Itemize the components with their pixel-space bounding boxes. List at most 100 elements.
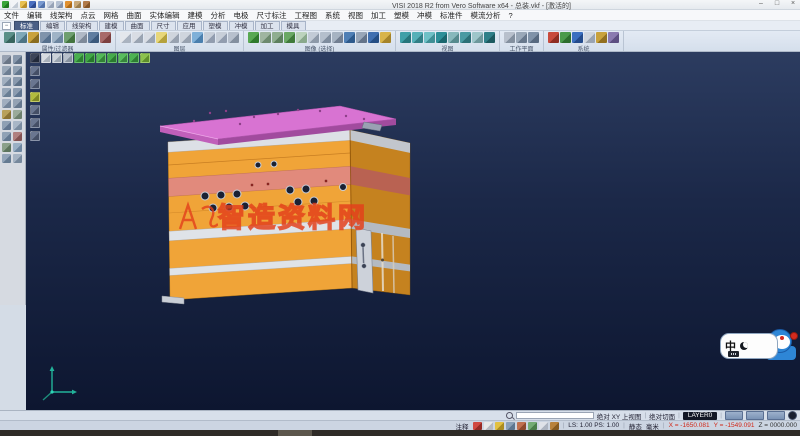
menu-item-2[interactable]: 编辑 xyxy=(23,10,46,21)
curve-icon[interactable] xyxy=(2,77,11,86)
system-settings-icon[interactable] xyxy=(548,32,559,43)
layer-off-icon[interactable] xyxy=(180,32,191,43)
annotation-cam-icon[interactable] xyxy=(517,422,526,430)
line-filter-icon[interactable] xyxy=(40,32,51,43)
status-button-1[interactable] xyxy=(725,411,743,420)
menu-item-7[interactable]: 实体编辑 xyxy=(146,10,184,21)
layer-new-icon[interactable] xyxy=(132,32,143,43)
ime-fullhalf-icon[interactable] xyxy=(740,342,748,350)
view-rotate-left-icon[interactable] xyxy=(118,53,128,63)
rotate-view-icon[interactable] xyxy=(460,32,471,43)
select-filter-icon[interactable] xyxy=(88,32,99,43)
element-select-icon[interactable] xyxy=(344,32,355,43)
import-icon[interactable] xyxy=(47,1,54,8)
menu-item-5[interactable]: 网格 xyxy=(100,10,123,21)
menu-item-15[interactable]: 加工 xyxy=(367,10,390,21)
menu-item-12[interactable]: 工程图 xyxy=(291,10,322,21)
select-icon[interactable] xyxy=(2,55,11,64)
rotate-icon[interactable] xyxy=(13,88,22,97)
line-icon[interactable] xyxy=(2,66,11,75)
taskbar[interactable] xyxy=(0,430,800,436)
layer-move-icon[interactable] xyxy=(216,32,227,43)
previous-view-icon[interactable] xyxy=(472,32,483,43)
color-filter-icon[interactable] xyxy=(28,32,39,43)
save-file-icon[interactable] xyxy=(29,1,36,8)
mask-icon[interactable] xyxy=(76,32,87,43)
status-button-3[interactable] xyxy=(767,411,785,420)
layer-current-icon[interactable] xyxy=(156,32,167,43)
close-button[interactable]: × xyxy=(788,0,798,7)
properties-icon[interactable] xyxy=(4,32,15,43)
panel-layers-icon[interactable] xyxy=(30,79,40,89)
zoom-out-icon[interactable] xyxy=(412,32,423,43)
box-select-icon[interactable] xyxy=(308,32,319,43)
wireframe-view-icon[interactable] xyxy=(260,32,271,43)
taskbar-window-segment[interactable] xyxy=(278,430,312,436)
transparency-icon[interactable] xyxy=(296,32,307,43)
annotation-pin-icon[interactable] xyxy=(506,422,515,430)
trim-icon[interactable] xyxy=(13,77,22,86)
annotation-flag-icon[interactable] xyxy=(484,422,493,430)
annotation-error-icon[interactable] xyxy=(473,422,482,430)
workplane-standard-icon[interactable] xyxy=(504,32,515,43)
undo-icon[interactable] xyxy=(65,1,72,8)
view-iso-sw-icon[interactable] xyxy=(107,53,117,63)
section-mode-label[interactable]: 绝对切面 xyxy=(649,411,675,421)
toolbar-tab-6[interactable]: 尺寸 xyxy=(151,21,176,30)
menu-item-8[interactable]: 建模 xyxy=(184,10,207,21)
circle-icon[interactable] xyxy=(13,66,22,75)
menu-item-17[interactable]: 冲模 xyxy=(413,10,436,21)
app-logo-icon[interactable] xyxy=(2,1,9,8)
array-icon[interactable] xyxy=(2,143,11,152)
panel-wcs-icon[interactable] xyxy=(30,118,40,128)
menu-item-14[interactable]: 视图 xyxy=(344,10,367,21)
search-input[interactable] xyxy=(516,412,594,419)
solid-filter-icon[interactable] xyxy=(64,32,75,43)
shaded-view-icon[interactable] xyxy=(248,32,259,43)
plane-filter-icon[interactable] xyxy=(52,32,63,43)
save-all-icon[interactable] xyxy=(38,1,45,8)
zoom-in-icon[interactable] xyxy=(400,32,411,43)
menu-item-6[interactable]: 曲面 xyxy=(123,10,146,21)
viewport-3d[interactable]: 智造资料网 中 xyxy=(26,52,800,410)
view-cube-top-icon[interactable] xyxy=(41,53,51,63)
active-layer-badge[interactable]: LAYER0 xyxy=(683,412,717,420)
poly-select-icon[interactable] xyxy=(320,32,331,43)
annotation-ok-icon[interactable] xyxy=(528,422,537,430)
dimension-icon[interactable] xyxy=(2,121,11,130)
system-database-icon[interactable] xyxy=(572,32,583,43)
view-mode-label[interactable]: 绝对 XY 上视图 xyxy=(597,411,642,421)
toolbar-tab-2[interactable]: 编辑 xyxy=(40,21,65,30)
view-iso-ne-icon[interactable] xyxy=(74,53,84,63)
menu-item-1[interactable]: 文件 xyxy=(0,10,23,21)
layer-on-icon[interactable] xyxy=(144,32,155,43)
toolbar-tab-8[interactable]: 塑模 xyxy=(203,21,228,30)
menu-item-10[interactable]: 电极 xyxy=(230,10,253,21)
system-tools-icon[interactable] xyxy=(596,32,607,43)
layer-lock-icon[interactable] xyxy=(204,32,215,43)
layer-manager-icon[interactable] xyxy=(120,32,131,43)
zoom-window-icon[interactable] xyxy=(424,32,435,43)
system-info-icon[interactable] xyxy=(608,32,619,43)
menu-item-9[interactable]: 分析 xyxy=(207,10,230,21)
view-rotate-right-icon[interactable] xyxy=(129,53,139,63)
reset-filter-icon[interactable] xyxy=(100,32,111,43)
toolbar-tab-3[interactable]: 线架构 xyxy=(66,21,98,30)
hidden-line-icon[interactable] xyxy=(272,32,283,43)
mirror-icon[interactable] xyxy=(2,99,11,108)
menu-item-16[interactable]: 塑模 xyxy=(390,10,413,21)
system-colors-icon[interactable] xyxy=(560,32,571,43)
ime-keyboard-icon[interactable] xyxy=(728,351,739,357)
redo-icon[interactable] xyxy=(74,1,81,8)
menu-item-4[interactable]: 点云 xyxy=(77,10,100,21)
snap-mode-label[interactable]: 静态 xyxy=(629,421,642,431)
offset-icon[interactable] xyxy=(13,143,22,152)
view-iso-nw-icon[interactable] xyxy=(85,53,95,63)
text-icon[interactable] xyxy=(13,110,22,119)
group-icon[interactable] xyxy=(2,132,11,141)
ime-widget[interactable]: 中 xyxy=(720,326,798,368)
panel-props-icon[interactable] xyxy=(30,131,40,141)
toolbar-tab-7[interactable]: 应用 xyxy=(177,21,202,30)
open-file-icon[interactable] xyxy=(20,1,27,8)
shade-edges-icon[interactable] xyxy=(284,32,295,43)
